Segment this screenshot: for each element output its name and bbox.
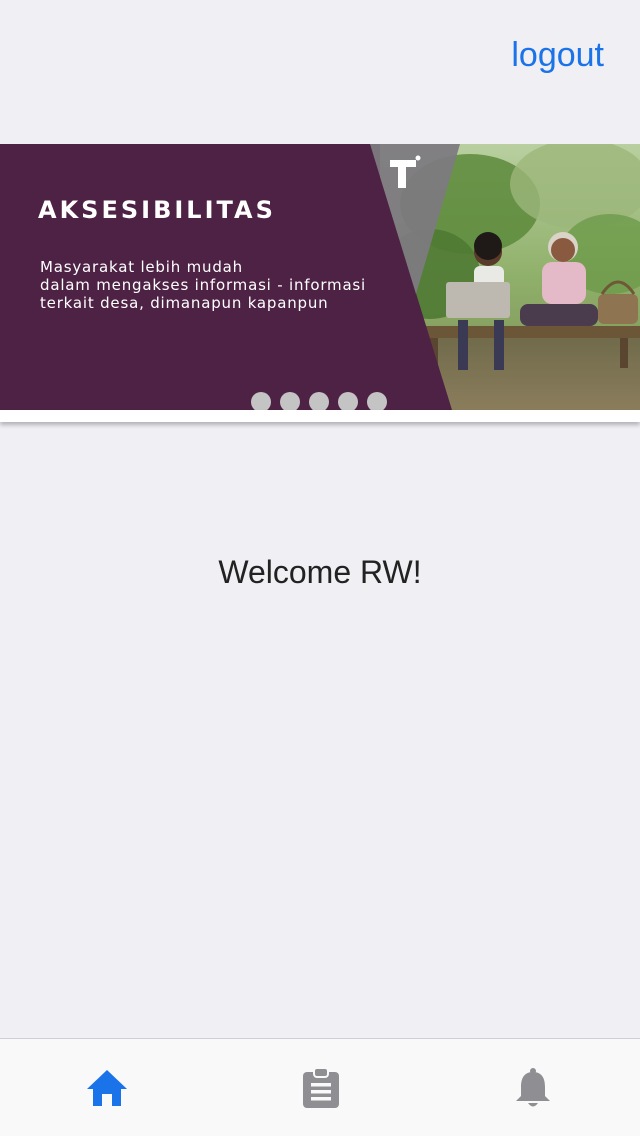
carousel-dot[interactable]: [367, 392, 387, 410]
slide-description-line: terkait desa, dimanapun kapanpun: [40, 294, 329, 312]
clipboard-icon: [303, 1066, 339, 1108]
tab-home[interactable]: [47, 1039, 167, 1136]
logout-link[interactable]: logout: [511, 36, 604, 75]
bottom-tab-bar: [0, 1038, 640, 1136]
slide-title: AKSESIBILITAS: [38, 196, 276, 224]
tab-reports[interactable]: [261, 1039, 381, 1136]
carousel-dot[interactable]: [280, 392, 300, 410]
slide-description: Masyarakat lebih mudah dalam mengakses i…: [40, 258, 400, 312]
welcome-message: Welcome RW!: [218, 554, 422, 590]
carousel-dot[interactable]: [251, 392, 271, 410]
carousel-pagination: [251, 392, 387, 410]
tab-notifications[interactable]: [473, 1039, 593, 1136]
bell-icon: [516, 1067, 550, 1106]
banner-carousel[interactable]: AKSESIBILITAS Masyarakat lebih mudah dal…: [0, 144, 640, 410]
home-icon: [87, 1069, 127, 1106]
carousel-bottom-edge: [0, 410, 640, 422]
slide-description-line: dalam mengakses informasi - informasi: [40, 276, 367, 294]
carousel-dot[interactable]: [309, 392, 329, 410]
carousel-dot[interactable]: [338, 392, 358, 410]
app-header: logout: [0, 0, 640, 110]
slide-description-line: Masyarakat lebih mudah: [40, 258, 243, 276]
